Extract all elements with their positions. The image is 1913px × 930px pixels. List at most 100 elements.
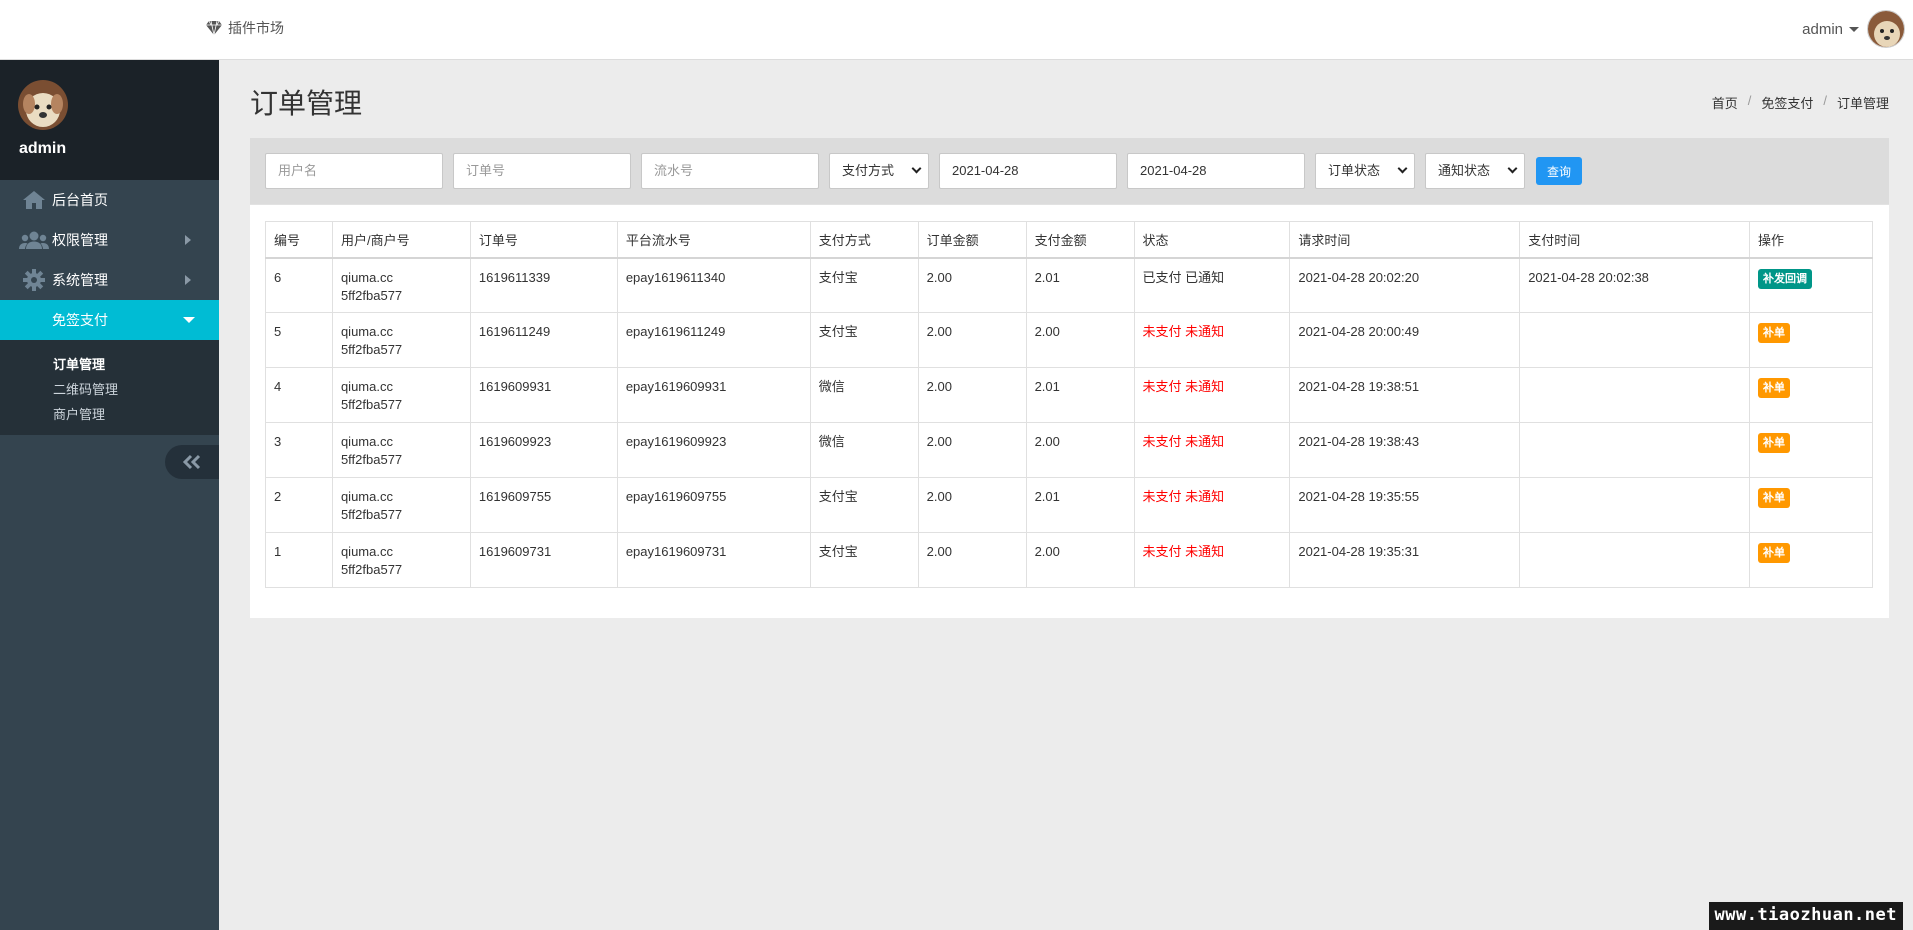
notify-status-select[interactable]: 通知状态 — [1425, 153, 1525, 189]
cell-status: 未支付 未通知 — [1133, 532, 1291, 588]
cell-order-number: 1619611249 — [469, 312, 618, 368]
cell-id: 2 — [265, 477, 333, 533]
sidebar-item-permissions[interactable]: 权限管理 — [0, 220, 219, 260]
cell-pay-time — [1519, 477, 1751, 533]
resupply-order-button[interactable]: 补单 — [1758, 543, 1791, 563]
sidebar-item-label: 系统管理 — [52, 272, 108, 288]
profile-name: admin — [19, 140, 67, 157]
breadcrumb-current: 订单管理 — [1836, 96, 1889, 111]
chevron-right-icon — [185, 235, 191, 245]
cell-order-number: 1619609755 — [469, 477, 618, 533]
cell-action: 补单 — [1749, 312, 1873, 368]
serial-number-input[interactable]: 流水号 — [641, 153, 819, 189]
column-header: 支付方式 — [809, 221, 919, 259]
date-from-input[interactable]: 2021-04-28 — [939, 153, 1117, 189]
cell-order-amount: 2.00 — [917, 257, 1027, 313]
sidebar-item-home[interactable]: 后台首页 — [0, 180, 219, 220]
cell-pay-method: 支付宝 — [809, 312, 919, 368]
chevron-down-icon — [911, 163, 922, 174]
sidebar-profile: admin — [0, 60, 219, 180]
cell-id: 4 — [265, 367, 333, 423]
collapse-sidebar-button[interactable] — [165, 445, 219, 479]
chevron-right-icon — [185, 275, 191, 285]
table-header-row: 编号 用户/商户号 订单号 平台流水号 支付方式 订单金额 支付金额 状态 请求… — [265, 221, 1873, 259]
user-menu[interactable]: admin — [1802, 10, 1905, 48]
submenu-item-merchants[interactable]: 商户管理 — [0, 402, 219, 427]
cell-id: 1 — [265, 532, 333, 588]
resupply-order-button[interactable]: 补单 — [1758, 433, 1791, 453]
breadcrumb-free-pay[interactable]: 免签支付 — [1761, 93, 1813, 112]
user-name: qiuma.cc — [340, 434, 393, 449]
username-input[interactable]: 用户名 — [265, 153, 443, 189]
cell-paid-amount: 2.00 — [1025, 312, 1135, 368]
users-icon — [18, 230, 50, 250]
avatar[interactable] — [1867, 10, 1905, 48]
plugin-market-link[interactable]: 插件市场 — [206, 18, 284, 38]
cell-request-time: 2021-04-28 20:00:49 — [1289, 312, 1521, 368]
cell-id: 3 — [265, 422, 333, 478]
profile-avatar[interactable] — [18, 80, 68, 130]
user-name: qiuma.cc — [340, 379, 393, 394]
resupply-order-button[interactable]: 补单 — [1758, 488, 1791, 508]
date-to-input[interactable]: 2021-04-28 — [1127, 153, 1305, 189]
merchant-id: 5ff2fba577 — [340, 452, 403, 467]
cell-serial-number: epay1619611340 — [616, 257, 811, 313]
resend-callback-button[interactable]: 补发回调 — [1758, 268, 1813, 289]
cell-serial-number: epay1619609755 — [616, 477, 811, 533]
table-row: 2 qiuma.cc 5ff2fba577 1619609755 epay1619609… — [265, 477, 1873, 533]
cell-order-number: 1619609731 — [469, 532, 618, 588]
cell-pay-method: 支付宝 — [809, 532, 919, 588]
sidebar-item-system[interactable]: 系统管理 — [0, 260, 219, 300]
search-button[interactable]: 查询 — [1536, 157, 1582, 185]
top-bar: 插件市场 admin — [0, 0, 1913, 60]
cell-paid-amount: 2.00 — [1025, 422, 1135, 478]
cell-action: 补发回调 — [1749, 257, 1873, 313]
column-header: 支付金额 — [1025, 221, 1135, 259]
column-header: 用户/商户号 — [331, 221, 471, 259]
table-row: 3 qiuma.cc 5ff2fba577 1619609923 epay1619609… — [265, 422, 1873, 478]
orders-table: 编号 用户/商户号 订单号 平台流水号 支付方式 订单金额 支付金额 状态 请求… — [265, 221, 1873, 588]
user-name: qiuma.cc — [340, 544, 393, 559]
column-header: 订单号 — [469, 221, 618, 259]
cell-action: 补单 — [1749, 532, 1873, 588]
cell-user: qiuma.cc 5ff2fba577 — [331, 257, 471, 313]
cell-request-time: 2021-04-28 20:02:20 — [1289, 257, 1521, 313]
table-row: 4 qiuma.cc 5ff2fba577 1619609931 epay1619609… — [265, 367, 1873, 423]
cell-pay-time — [1519, 532, 1751, 588]
cell-status: 未支付 未通知 — [1133, 312, 1291, 368]
cell-user: qiuma.cc 5ff2fba577 — [331, 532, 471, 588]
order-status-select[interactable]: 订单状态 — [1315, 153, 1415, 189]
merchant-id: 5ff2fba577 — [340, 342, 403, 357]
merchant-id: 5ff2fba577 — [340, 562, 403, 577]
cell-paid-amount: 2.01 — [1025, 257, 1135, 313]
resupply-order-button[interactable]: 补单 — [1758, 323, 1791, 343]
cell-pay-time — [1519, 312, 1751, 368]
cell-request-time: 2021-04-28 19:35:55 — [1289, 477, 1521, 533]
notify-status-value: 通知状态 — [1438, 163, 1491, 178]
cell-serial-number: epay1619609931 — [616, 367, 811, 423]
order-status-value: 订单状态 — [1328, 163, 1381, 178]
user-name: admin — [1802, 20, 1843, 38]
sidebar-item-label: 后台首页 — [52, 192, 108, 208]
cell-serial-number: epay1619609923 — [616, 422, 811, 478]
pay-method-select[interactable]: 支付方式 — [829, 153, 929, 189]
cell-order-amount: 2.00 — [917, 312, 1027, 368]
cell-action: 补单 — [1749, 367, 1873, 423]
resupply-order-button[interactable]: 补单 — [1758, 378, 1791, 398]
breadcrumb-home[interactable]: 首页 — [1712, 93, 1738, 112]
home-icon — [18, 190, 50, 210]
cell-action: 补单 — [1749, 422, 1873, 478]
sidebar-item-free-pay[interactable]: 免签支付 — [0, 300, 219, 340]
cell-request-time: 2021-04-28 19:38:43 — [1289, 422, 1521, 478]
chevron-down-icon — [1397, 163, 1408, 174]
cell-pay-time — [1519, 422, 1751, 478]
plugin-market-label: 插件市场 — [228, 20, 284, 36]
cell-user: qiuma.cc 5ff2fba577 — [331, 367, 471, 423]
cell-order-amount: 2.00 — [917, 422, 1027, 478]
submenu-item-qrcodes[interactable]: 二维码管理 — [0, 377, 219, 402]
cell-order-number: 1619611339 — [469, 257, 618, 313]
cell-pay-method: 微信 — [809, 367, 919, 423]
order-number-input[interactable]: 订单号 — [453, 153, 631, 189]
submenu-item-orders[interactable]: 订单管理 — [0, 352, 219, 377]
table-row: 6 qiuma.cc 5ff2fba577 1619611339 epay1619611… — [265, 257, 1873, 313]
